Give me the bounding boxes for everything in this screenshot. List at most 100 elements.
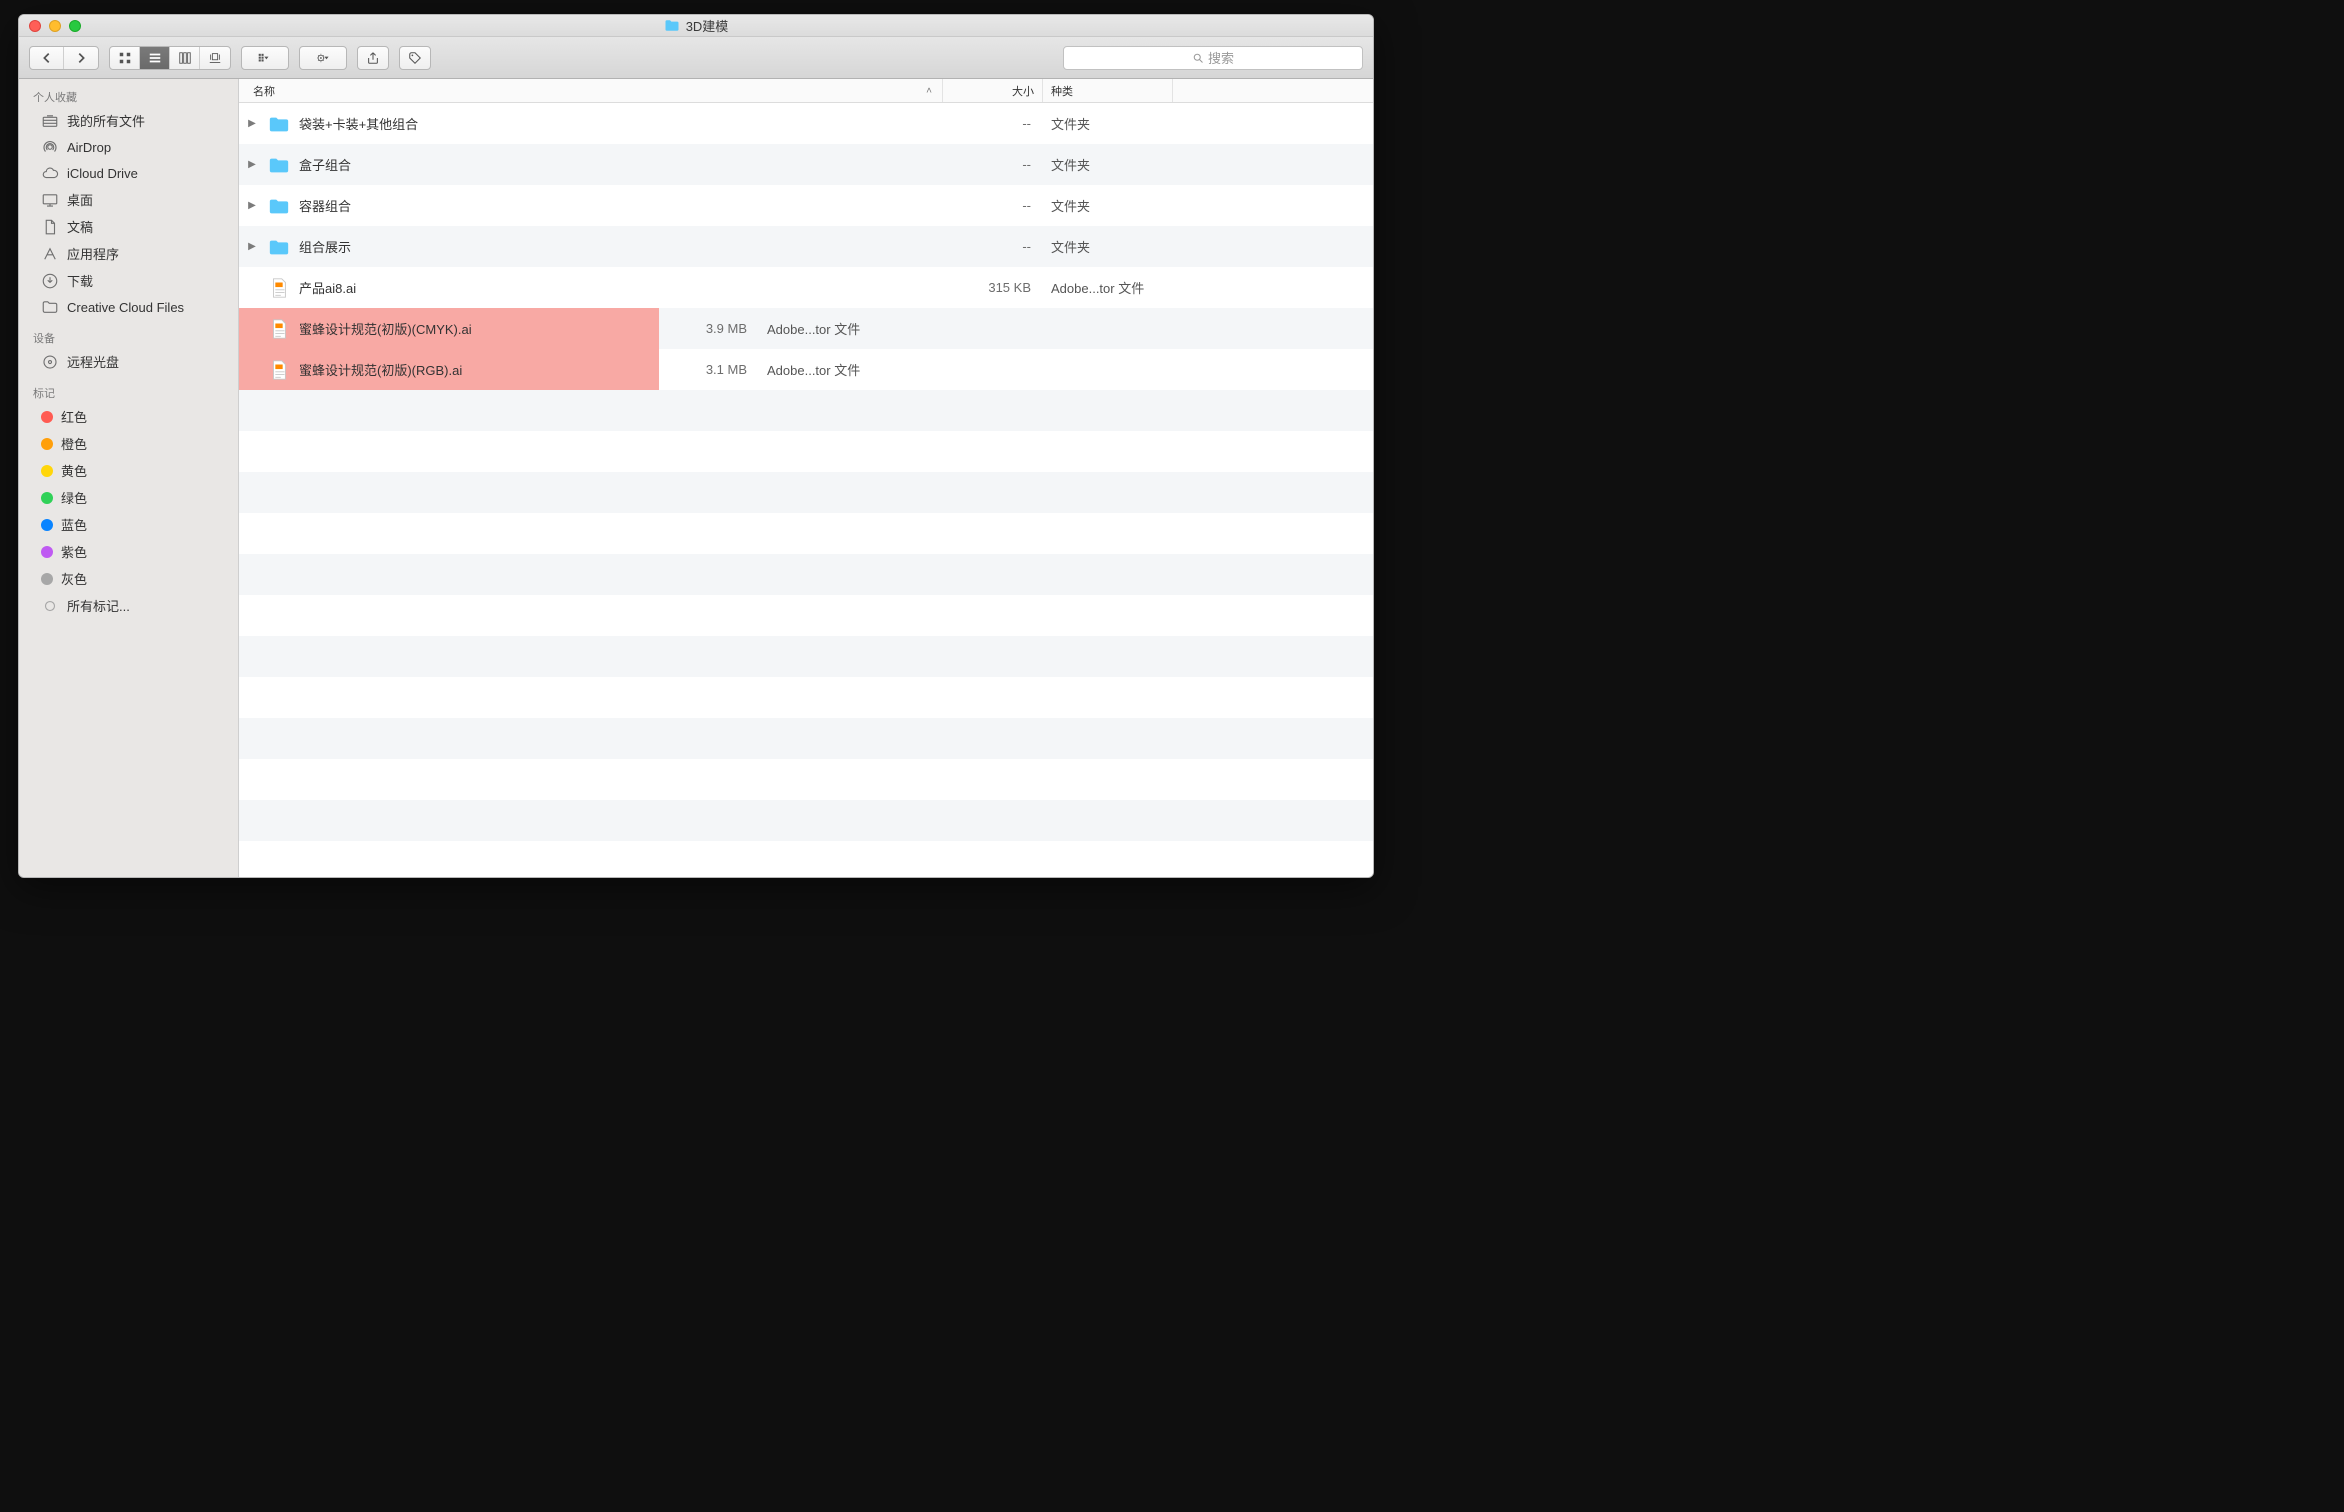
file-name-label: 蜜蜂设计规范(初版)(CMYK).ai [299,319,472,338]
sidebar-section-devices: 设备 [19,326,238,348]
file-row[interactable]: ▶容器组合--文件夹 [239,185,1373,226]
close-window-button[interactable] [29,20,41,32]
sidebar-item-label: 桌面 [67,190,93,209]
sidebar-item-label: 我的所有文件 [67,111,145,130]
view-coverflow-button[interactable] [200,47,230,69]
sidebar-item-label: 蓝色 [61,515,87,534]
ai-file-icon [265,277,293,299]
disclosure-triangle-icon[interactable]: ▶ [245,118,259,129]
back-button[interactable] [30,47,64,69]
file-row[interactable]: ▶ 组合展示 --文件夹 [239,226,1373,267]
sidebar-item-airdrop[interactable]: AirDrop [19,134,238,160]
view-list-button[interactable] [140,47,170,69]
folder-icon [265,195,293,217]
file-kind-cell: 文件夹 [1043,196,1173,215]
action-group [299,46,347,70]
view-column-button[interactable] [170,47,200,69]
disclosure-triangle-icon[interactable]: ▶ [245,159,259,170]
file-kind-cell: 文件夹 [1043,237,1173,256]
folder-icon [265,154,293,176]
sidebar-tag-color-0[interactable]: 红色 [19,403,238,430]
empty-row [239,759,1373,800]
sidebar-tag-color-4[interactable]: 蓝色 [19,511,238,538]
tag-color-swatch [41,438,53,450]
empty-row [239,718,1373,759]
sidebar-item-label: iCloud Drive [67,166,138,181]
file-row[interactable]: 蜜蜂设计规范(初版)(RGB).ai3.1 MBAdobe...tor 文件 [239,349,1373,390]
column-header-kind[interactable]: 种类 [1043,79,1173,102]
sidebar-item-disc[interactable]: 远程光盘 [19,348,238,375]
sidebar-item-label: 远程光盘 [67,352,119,371]
sidebar-item-label: 下载 [67,271,93,290]
file-name-cell: 产品ai8.ai [239,277,943,299]
chevron-left-icon [40,51,54,65]
share-button[interactable] [358,47,388,69]
arrange-button[interactable] [242,47,288,69]
documents-icon [41,218,59,236]
sidebar-item-label: 紫色 [61,542,87,561]
file-kind-cell: Adobe...tor 文件 [1043,278,1173,297]
sidebar-item-downloads[interactable]: 下载 [19,267,238,294]
action-button[interactable] [300,47,346,69]
chevron-right-icon [74,51,88,65]
sidebar-item-all-my-files[interactable]: 我的所有文件 [19,107,238,134]
file-name-label: 袋装+卡装+其他组合 [299,114,418,133]
columns-header: 名称 ˄ 大小 种类 [239,79,1373,103]
file-size-cell: -- [943,198,1043,213]
file-size-cell: -- [943,239,1043,254]
edit-tags-button[interactable] [400,47,430,69]
list-icon [148,51,162,65]
tag-color-swatch [41,411,53,423]
disc-icon [41,353,59,371]
file-name-cell: 蜜蜂设计规范(初版)(CMYK).ai [239,308,659,349]
file-kind-cell: Adobe...tor 文件 [759,319,889,338]
coverflow-icon [208,51,222,65]
grid-icon [118,51,132,65]
sidebar-item-documents[interactable]: 文稿 [19,213,238,240]
forward-button[interactable] [64,47,98,69]
file-name-label: 产品ai8.ai [299,278,356,297]
column-header-name[interactable]: 名称 ˄ [239,79,943,102]
icloud-icon [41,164,59,182]
empty-row [239,472,1373,513]
sidebar-tag-all-tags[interactable]: 所有标记... [19,592,238,619]
arrange-icon [258,51,272,65]
sidebar-item-label: 黄色 [61,461,87,480]
file-size-cell: -- [943,157,1043,172]
applications-icon [41,245,59,263]
disclosure-triangle-icon[interactable]: ▶ [245,241,259,252]
folder-icon [265,113,293,135]
downloads-icon [41,272,59,290]
sidebar-item-label: 应用程序 [67,244,119,263]
file-row[interactable]: 蜜蜂设计规范(初版)(CMYK).ai3.9 MBAdobe...tor 文件 [239,308,1373,349]
sidebar-tag-color-1[interactable]: 橙色 [19,430,238,457]
columns-icon [178,51,192,65]
file-name-cell: ▶容器组合 [239,195,943,217]
sidebar-tag-color-6[interactable]: 灰色 [19,565,238,592]
view-group [109,46,231,70]
zoom-window-button[interactable] [69,20,81,32]
titlebar: 3D建模 [19,15,1373,37]
sidebar-item-applications[interactable]: 应用程序 [19,240,238,267]
view-icon-button[interactable] [110,47,140,69]
file-row[interactable]: ▶盒子组合--文件夹 [239,144,1373,185]
sidebar-item-label: 所有标记... [67,596,130,615]
sidebar-item-folder[interactable]: Creative Cloud Files [19,294,238,320]
column-header-size[interactable]: 大小 [943,79,1043,102]
sidebar-item-desktop[interactable]: 桌面 [19,186,238,213]
all-my-files-icon [41,112,59,130]
sidebar-tag-color-5[interactable]: 紫色 [19,538,238,565]
file-row[interactable]: 产品ai8.ai 315 KBAdobe...tor 文件 [239,267,1373,308]
file-row[interactable]: ▶袋装+卡装+其他组合--文件夹 [239,103,1373,144]
traffic-lights [19,20,81,32]
minimize-window-button[interactable] [49,20,61,32]
sidebar-tag-color-2[interactable]: 黄色 [19,457,238,484]
sidebar-item-icloud[interactable]: iCloud Drive [19,160,238,186]
disclosure-triangle-icon[interactable]: ▶ [245,200,259,211]
ai-file-icon [265,318,293,340]
file-name-label: 组合展示 [299,237,351,256]
file-size-cell: 315 KB [943,280,1043,295]
sidebar-tag-color-3[interactable]: 绿色 [19,484,238,511]
search-input[interactable]: 搜索 [1063,46,1363,70]
tag-color-swatch [41,492,53,504]
